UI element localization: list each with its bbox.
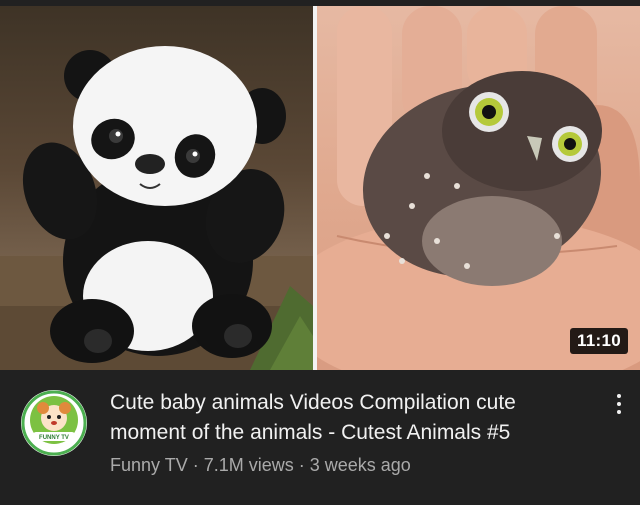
thumbnail-panda-image [0, 6, 313, 370]
video-title[interactable]: Cute baby animals Videos Compilation cut… [110, 388, 590, 448]
video-card[interactable]: 11:10 FUNNY TV Cute baby animals Videos … [0, 0, 640, 505]
channel-avatar-icon[interactable]: FUNNY TV [21, 390, 87, 456]
meta-separator: · [192, 455, 199, 475]
meta-separator: · [298, 455, 305, 475]
channel-name[interactable]: Funny TV [110, 455, 188, 475]
video-thumbnail[interactable]: 11:10 [0, 6, 640, 370]
more-dot [617, 410, 621, 414]
more-vert-icon[interactable] [607, 387, 631, 421]
upload-age: 3 weeks ago [309, 455, 411, 475]
avatar-logo-text: FUNNY TV [39, 435, 69, 441]
duration-badge: 11:10 [569, 328, 628, 354]
more-dot [617, 394, 621, 398]
more-dot [617, 402, 621, 406]
view-count: 7.1M views [203, 455, 294, 475]
video-info: FUNNY TV Cute baby animals Videos Compil… [0, 375, 640, 505]
video-metadata: Funny TV · 7.1M views · 3 weeks ago [110, 455, 411, 476]
thumbnail-owl-image: 11:10 [317, 6, 640, 370]
